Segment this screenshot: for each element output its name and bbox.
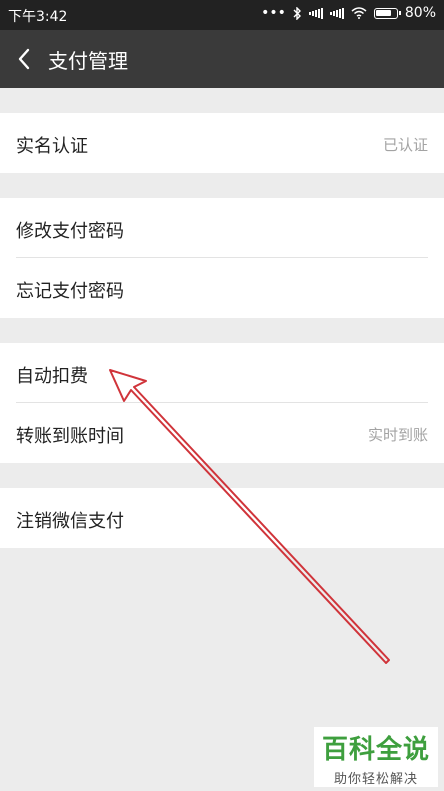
group-payments: 自动扣费 转账到账时间 实时到账	[0, 343, 444, 463]
status-icons: ••• 80%	[261, 5, 436, 21]
watermark-sub: 助你轻松解决	[333, 772, 418, 787]
status-time: 下午3:42	[8, 9, 68, 25]
row-value: 实时到账	[367, 426, 428, 444]
row-deactivate-wechat-pay[interactable]: 注销微信支付	[0, 488, 444, 548]
signal-icon	[329, 7, 344, 19]
row-real-name-verification[interactable]: 实名认证 已认证	[0, 113, 444, 173]
row-value: 已认证	[382, 136, 428, 154]
signal-icon	[308, 7, 323, 19]
nav-bar: 支付管理	[0, 30, 444, 88]
bluetooth-icon	[293, 6, 302, 20]
row-label: 实名认证	[16, 136, 88, 157]
status-bar: 下午3:42 ••• 80%	[0, 0, 444, 30]
row-forgot-password[interactable]: 忘记支付密码	[0, 258, 444, 318]
row-auto-deduction[interactable]: 自动扣费	[0, 343, 444, 403]
dots-icon: •••	[261, 5, 286, 21]
group-password: 修改支付密码 忘记支付密码	[0, 198, 444, 318]
page-title: 支付管理	[48, 49, 128, 73]
group-deactivate: 注销微信支付	[0, 488, 444, 548]
back-button[interactable]	[14, 44, 38, 74]
row-transfer-time[interactable]: 转账到账时间 实时到账	[0, 403, 444, 463]
row-label: 注销微信支付	[16, 511, 124, 532]
group-verification: 实名认证 已认证	[0, 113, 444, 173]
wifi-icon	[351, 7, 367, 19]
watermark-logo: 百科全说 助你轻松解决	[314, 727, 438, 787]
row-label: 自动扣费	[16, 366, 88, 387]
chevron-left-icon	[18, 48, 30, 70]
battery-level: 80%	[404, 5, 436, 21]
row-label: 修改支付密码	[16, 221, 124, 242]
battery-icon	[373, 7, 401, 19]
row-change-password[interactable]: 修改支付密码	[0, 198, 444, 258]
row-label: 忘记支付密码	[16, 281, 124, 302]
row-label: 转账到账时间	[16, 426, 124, 447]
watermark-main: 百科全说	[321, 735, 430, 765]
